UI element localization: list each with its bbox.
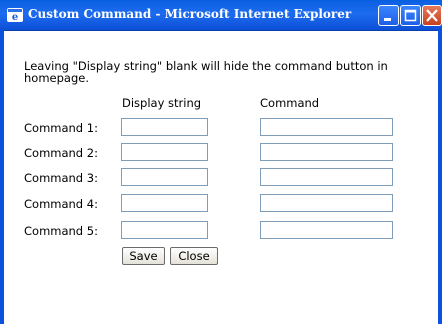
window-title: Custom Command - Microsoft Internet Expl…	[28, 7, 352, 21]
minimize-icon	[384, 18, 391, 21]
command-4-display-input[interactable]	[121, 194, 208, 212]
command-1-label: Command 1:	[24, 121, 98, 135]
hint-text: Leaving "Display string" blank will hide…	[24, 59, 388, 85]
command-2-display-input[interactable]	[121, 143, 208, 161]
command-1-command-input[interactable]	[260, 118, 393, 136]
maximize-button[interactable]	[400, 5, 421, 26]
command-4-command-input[interactable]	[260, 194, 393, 212]
maximize-icon	[404, 9, 417, 22]
ie-logo-icon: e	[7, 8, 23, 23]
close-button[interactable]: Close	[170, 247, 218, 265]
save-button[interactable]: Save	[122, 247, 165, 265]
minimize-button[interactable]	[378, 5, 399, 26]
close-window-button[interactable]	[422, 5, 442, 26]
command-4-label: Command 4:	[24, 197, 98, 211]
command-1-display-input[interactable]	[121, 118, 208, 136]
close-icon	[426, 9, 438, 22]
command-5-command-input[interactable]	[260, 221, 393, 239]
command-2-label: Command 2:	[24, 146, 98, 160]
window-frame-left	[0, 30, 4, 324]
column-header-command: Command	[260, 96, 320, 110]
command-2-command-input[interactable]	[260, 143, 393, 161]
command-3-display-input[interactable]	[121, 168, 208, 186]
window-frame-right	[438, 30, 442, 324]
command-5-label: Command 5:	[24, 224, 98, 238]
command-3-label: Command 3:	[24, 171, 98, 185]
command-5-display-input[interactable]	[121, 221, 208, 239]
command-3-command-input[interactable]	[260, 168, 393, 186]
title-bar[interactable]: e Custom Command - Microsoft Internet Ex…	[0, 0, 442, 31]
svg-text:e: e	[12, 12, 18, 23]
column-header-display-string: Display string	[122, 96, 202, 110]
